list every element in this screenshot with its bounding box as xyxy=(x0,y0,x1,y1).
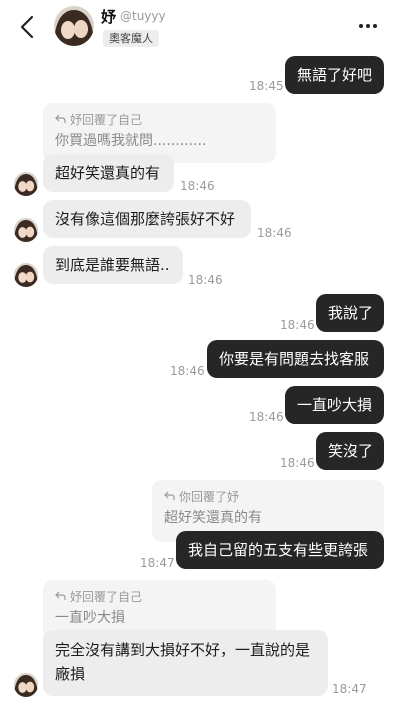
message-bubble-outgoing[interactable]: 笑沒了 xyxy=(316,432,384,470)
avatar[interactable] xyxy=(14,263,38,287)
reply-quote-text: 超好笑還真的有 xyxy=(164,510,262,526)
message-time: 18:46 xyxy=(280,318,315,332)
reply-label: 妤回覆了自己 xyxy=(70,589,143,604)
contact-handle: @tuyyy xyxy=(120,9,166,23)
message-time: 18:46 xyxy=(180,179,215,193)
message-bubble-outgoing[interactable]: 我說了 xyxy=(316,294,384,332)
message-bubble-outgoing[interactable]: 一直吵大損 xyxy=(285,386,384,424)
avatar[interactable] xyxy=(14,172,38,196)
reply-quote-text: 一直吵大損 xyxy=(55,610,125,626)
back-icon[interactable] xyxy=(14,12,42,42)
avatar[interactable] xyxy=(54,6,94,46)
reply-icon xyxy=(55,114,66,123)
message-bubble-outgoing[interactable]: 你要是有問題去找客服 xyxy=(207,340,384,378)
message-bubble-outgoing[interactable]: 無語了好吧 xyxy=(285,56,384,94)
more-options-icon[interactable] xyxy=(358,18,378,34)
message-bubble-incoming[interactable]: 超好笑還真的有 xyxy=(43,154,174,192)
avatar[interactable] xyxy=(14,673,38,697)
message-time: 18:46 xyxy=(257,226,292,240)
avatar[interactable] xyxy=(14,218,38,242)
message-time: 18:46 xyxy=(170,364,205,378)
message-time: 18:46 xyxy=(249,410,284,424)
reply-icon xyxy=(55,591,66,600)
message-bubble-outgoing[interactable]: 我自己留的五支有些更誇張 xyxy=(176,531,384,569)
reply-quote-text: 你買過嗎我就問............ xyxy=(55,133,207,149)
contact-name: 妤 xyxy=(101,8,117,26)
contact-badge: 奧客魔人 xyxy=(103,30,159,47)
message-time: 18:46 xyxy=(188,273,223,287)
chat-header: 妤 @tuyyy 奧客魔人 xyxy=(0,0,400,54)
message-bubble-incoming[interactable]: 沒有像這個那麼誇張好不好 xyxy=(43,200,251,238)
reply-icon xyxy=(164,491,175,500)
message-time: 18:47 xyxy=(140,556,175,570)
message-time: 18:46 xyxy=(280,456,315,470)
reply-label: 妤回覆了自己 xyxy=(70,112,143,127)
message-time: 18:47 xyxy=(332,682,367,696)
reply-label: 你回覆了妤 xyxy=(179,489,240,504)
message-time: 18:45 xyxy=(249,79,284,93)
message-bubble-incoming[interactable]: 到底是誰要無語.. xyxy=(43,246,183,284)
message-bubble-incoming[interactable]: 完全沒有講到大損好不好，一直說的是廠損 xyxy=(43,630,328,696)
